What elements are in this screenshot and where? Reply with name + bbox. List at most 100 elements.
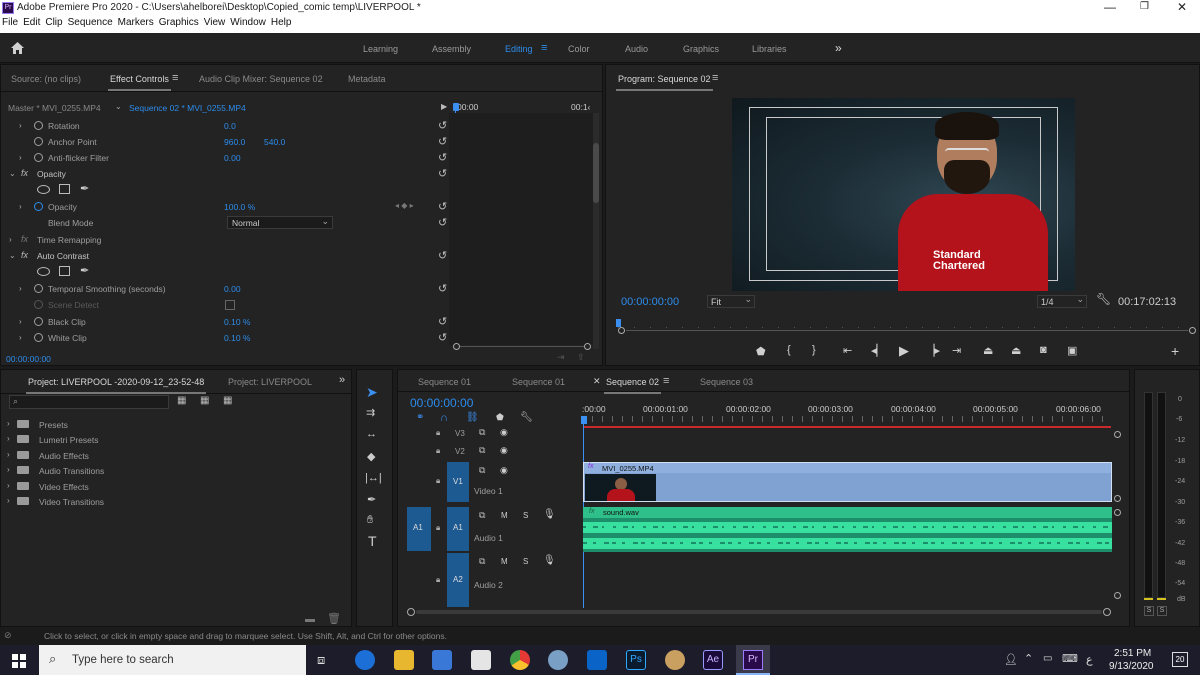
timeline-zoom-bar[interactable]: [407, 608, 1111, 617]
v1-target[interactable]: V1: [447, 462, 469, 502]
tab-project-liverpool-backup[interactable]: Project: LIVERPOOL -2020-09-12_23-52-48: [25, 377, 207, 394]
sync-lock-icon[interactable]: ⧉: [479, 465, 485, 476]
paint-icon[interactable]: [665, 650, 685, 670]
step-back-icon[interactable]: ◂▏: [871, 344, 885, 357]
menu-view[interactable]: View: [204, 17, 226, 28]
pen-mask-icon[interactable]: ✒: [80, 264, 89, 277]
rectangle-mask-icon[interactable]: [59, 266, 70, 276]
microphone-icon[interactable]: 🎙︎: [543, 555, 556, 566]
tab-metadata[interactable]: Metadata: [348, 74, 386, 84]
sequence-clip-label[interactable]: Sequence 02 * MVI_0255.MP4: [129, 103, 246, 113]
workspace-libraries[interactable]: Libraries: [752, 44, 787, 54]
file-explorer-icon[interactable]: [394, 650, 414, 670]
fx-icon[interactable]: fx: [21, 234, 28, 244]
ec-scrollbar[interactable]: [593, 113, 599, 349]
sync-lock-icon[interactable]: ⧉: [479, 427, 485, 438]
ec-timecode[interactable]: 00:00:00:00: [6, 354, 51, 364]
ec-zoom-slider[interactable]: [453, 343, 591, 351]
taskbar-search-input[interactable]: ⌕ Type here to search: [39, 645, 306, 675]
workspace-learning[interactable]: Learning: [363, 44, 398, 54]
sync-lock-icon[interactable]: ⧉: [479, 510, 485, 521]
menu-graphics[interactable]: Graphics: [159, 17, 199, 28]
sync-lock-icon[interactable]: ⧉: [479, 445, 485, 456]
twirl-icon[interactable]: ⌄: [9, 169, 16, 178]
list-item[interactable]: › Video Effects: [5, 479, 345, 494]
scene-detect-checkbox[interactable]: [225, 300, 235, 310]
menu-edit[interactable]: Edit: [23, 17, 40, 28]
list-item[interactable]: › Audio Effects: [5, 448, 345, 463]
tab-source[interactable]: Source: (no clips): [11, 74, 81, 84]
lock-icon[interactable]: 🔒︎: [436, 575, 440, 585]
a1-target[interactable]: A1: [447, 507, 469, 551]
timeline-playhead[interactable]: [581, 416, 587, 424]
menu-clip[interactable]: Clip: [45, 17, 62, 28]
program-zoom-bar[interactable]: [618, 327, 1196, 335]
track-select-tool-icon[interactable]: ⇉: [366, 406, 375, 419]
slip-tool-icon[interactable]: |↔|: [365, 472, 382, 484]
nest-toggle-icon[interactable]: ⚭: [416, 412, 424, 423]
add-marker-icon[interactable]: ⬟: [756, 345, 766, 358]
twirl-icon[interactable]: ›: [19, 121, 22, 130]
outlook-icon[interactable]: [587, 650, 607, 670]
eye-icon[interactable]: ◉: [500, 465, 508, 476]
twirl-icon[interactable]: ›: [19, 333, 22, 342]
resolution-select[interactable]: 1/4 ⌄: [1037, 294, 1087, 308]
home-icon[interactable]: [10, 41, 25, 55]
reset-icon[interactable]: ↺: [438, 119, 447, 132]
camera-icon[interactable]: ◙: [1040, 344, 1047, 356]
go-to-out-icon[interactable]: ⇥: [952, 344, 961, 357]
show-hidden-icons[interactable]: ⌃: [1024, 652, 1033, 665]
minimize-button[interactable]: —: [1104, 0, 1116, 14]
pen-tool-icon[interactable]: ✒: [367, 493, 376, 506]
opacity-value[interactable]: 100.0 %: [224, 202, 255, 212]
reset-icon[interactable]: ↺: [438, 315, 447, 328]
zoom-level-select[interactable]: Fit ⌄: [707, 294, 755, 308]
stopwatch-icon[interactable]: [34, 333, 43, 342]
project-search-input[interactable]: ⌕: [9, 395, 169, 409]
fx-icon[interactable]: fx: [21, 168, 28, 178]
panel-more-icon[interactable]: »: [339, 374, 345, 386]
close-button[interactable]: ✕: [1177, 0, 1187, 14]
razor-tool-icon[interactable]: ◆: [367, 450, 375, 463]
close-tab-icon[interactable]: ✕: [593, 376, 601, 387]
mute-button[interactable]: M: [501, 557, 508, 566]
photoshop-icon[interactable]: Ps: [626, 650, 646, 670]
workspace-graphics[interactable]: Graphics: [683, 44, 719, 54]
misc-app-icon[interactable]: [548, 650, 568, 670]
solo-button[interactable]: S: [523, 511, 528, 520]
task-view-icon[interactable]: ⧈: [317, 652, 325, 668]
lock-icon[interactable]: 🔒︎: [436, 446, 440, 456]
pen-mask-icon[interactable]: ✒: [80, 182, 89, 195]
filter-play-icon[interactable]: ⇥: [557, 352, 565, 363]
ellipse-mask-icon[interactable]: [37, 185, 50, 194]
premiere-taskbar-active[interactable]: Pr: [736, 645, 770, 675]
track-end-handle[interactable]: [1114, 509, 1121, 516]
fx-icon[interactable]: fx: [21, 250, 28, 260]
notification-icon[interactable]: 20: [1172, 652, 1188, 667]
new-bin-icon[interactable]: ▦: [177, 395, 186, 406]
find-icon[interactable]: ▦: [200, 395, 209, 406]
people-icon[interactable]: 👤︎: [1004, 653, 1018, 666]
master-clip-label[interactable]: Master * MVI_0255.MP4: [8, 103, 101, 113]
track-end-handle[interactable]: [1114, 495, 1121, 502]
reset-icon[interactable]: ↺: [438, 331, 447, 344]
stopwatch-icon[interactable]: [34, 202, 43, 211]
rectangle-mask-icon[interactable]: [59, 184, 70, 194]
chrome-icon[interactable]: [510, 650, 530, 670]
a1-source-patch[interactable]: A1: [407, 507, 431, 551]
editing-menu-icon[interactable]: ≡: [541, 42, 547, 54]
network-icon[interactable]: ⌨︎: [1062, 652, 1078, 665]
stopwatch-icon[interactable]: [34, 137, 43, 146]
keyframe-nav-icon[interactable]: ◂ ◆ ▸: [395, 201, 414, 210]
menu-sequence[interactable]: Sequence: [68, 17, 113, 28]
twirl-icon[interactable]: ›: [9, 235, 12, 244]
program-video-frame[interactable]: Standard Chartered: [732, 98, 1075, 291]
mail-icon[interactable]: [471, 650, 491, 670]
play-only-icon[interactable]: ▶: [441, 102, 447, 111]
lift-icon[interactable]: ⏏: [983, 344, 993, 357]
twirl-icon[interactable]: ›: [19, 317, 22, 326]
tab-sequence-01-b[interactable]: Sequence 01: [512, 377, 565, 387]
workspace-assembly[interactable]: Assembly: [432, 44, 471, 54]
twirl-icon[interactable]: ›: [19, 202, 22, 211]
chevron-down-icon[interactable]: ⌄: [115, 102, 122, 111]
